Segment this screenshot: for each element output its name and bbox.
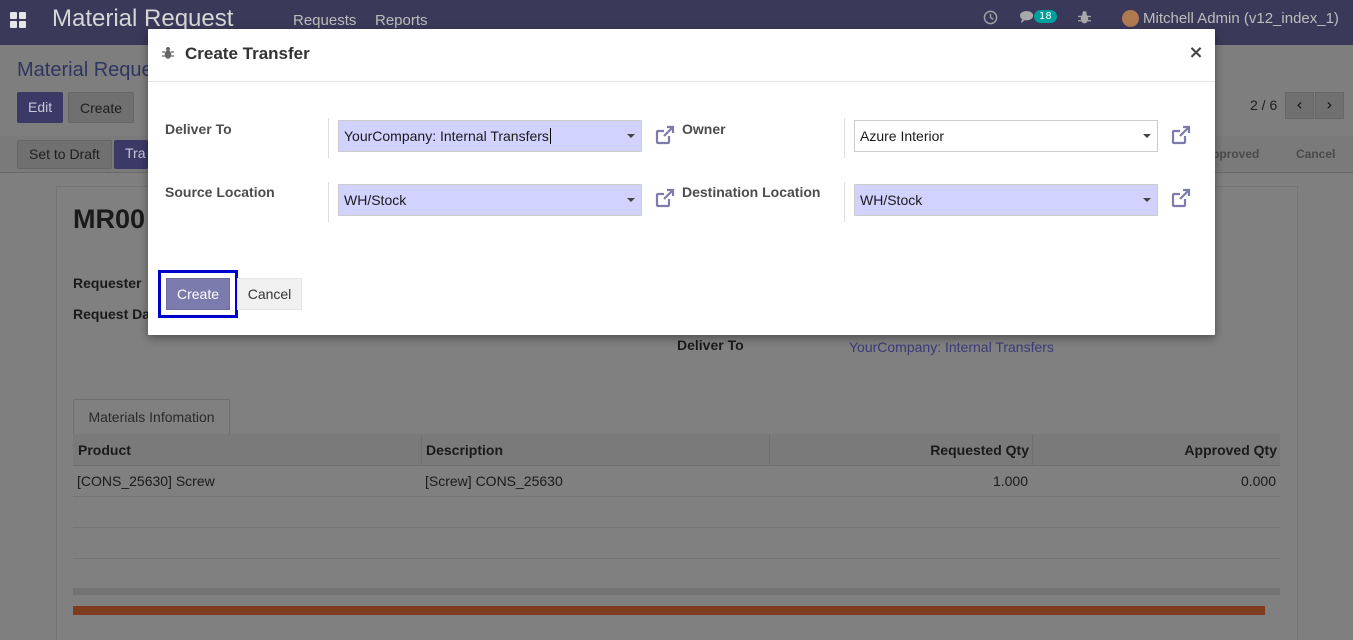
chevron-down-icon xyxy=(627,198,635,202)
stage-cancel: Cancel xyxy=(1296,147,1336,161)
field-separator xyxy=(844,118,845,158)
col-requested-qty[interactable]: Requested Qty xyxy=(930,442,1029,458)
transfer-button[interactable]: Tra xyxy=(114,140,148,169)
record-name: MR00 xyxy=(73,204,146,234)
materials-table: Product Description Requested Qty Approv… xyxy=(73,434,1280,559)
external-link-icon[interactable] xyxy=(654,187,676,209)
field-separator xyxy=(844,182,845,222)
source-location-select[interactable]: WH/Stock xyxy=(338,184,642,216)
external-link-icon[interactable] xyxy=(1170,187,1192,209)
source-location-label: Source Location xyxy=(165,184,275,200)
owner-label: Owner xyxy=(682,121,726,137)
form-deliver-to-label: Deliver To xyxy=(677,337,744,353)
table-footer-bar xyxy=(73,588,1280,595)
create-button[interactable]: Create xyxy=(68,92,135,123)
col-product[interactable]: Product xyxy=(78,442,131,458)
cell-product: [CONS_25630] Screw xyxy=(77,473,215,489)
external-link-icon[interactable] xyxy=(654,124,676,146)
pager-previous-button[interactable]: ‹ xyxy=(1285,92,1314,119)
dialog-title: Create Transfer xyxy=(185,44,310,63)
destination-location-value: WH/Stock xyxy=(860,192,923,208)
apps-menu-icon[interactable] xyxy=(10,12,26,28)
chatter-divider xyxy=(73,606,1265,615)
close-icon[interactable]: × xyxy=(1188,43,1204,63)
chevron-down-icon xyxy=(1143,134,1151,138)
user-menu[interactable]: Mitchell Admin (v12_index_1) xyxy=(1143,10,1339,27)
form-deliver-to-value[interactable]: YourCompany: Internal Transfers xyxy=(849,339,1054,355)
table-row-empty xyxy=(73,497,1280,528)
dialog-header: Create Transfer × xyxy=(148,29,1215,82)
pager-value: 2 / 6 xyxy=(1250,97,1278,113)
table-row[interactable]: [CONS_25630] Screw [Screw] CONS_25630 1.… xyxy=(73,466,1280,497)
chevron-down-icon xyxy=(627,134,635,138)
deliver-to-value: YourCompany: Internal Transfers xyxy=(344,128,549,144)
cell-description: [Screw] CONS_25630 xyxy=(425,473,563,489)
stage-approved: pproved xyxy=(1212,147,1260,161)
field-separator xyxy=(328,118,329,158)
owner-select[interactable]: Azure Interior xyxy=(854,120,1158,152)
user-avatar[interactable] xyxy=(1122,10,1139,27)
menu-requests[interactable]: Requests xyxy=(293,12,356,29)
edit-button[interactable]: Edit xyxy=(17,92,64,123)
col-approved-qty[interactable]: Approved Qty xyxy=(1184,442,1277,458)
deliver-to-select[interactable]: YourCompany: Internal Transfers xyxy=(338,120,642,152)
cell-approved-qty: 0.000 xyxy=(1240,473,1276,489)
pager-next-button[interactable]: › xyxy=(1315,92,1344,119)
destination-location-label: Destination Location xyxy=(682,184,821,200)
messages-count-badge: 18 xyxy=(1034,10,1057,23)
destination-location-select[interactable]: WH/Stock xyxy=(854,184,1158,216)
source-location-value: WH/Stock xyxy=(344,192,407,208)
dialog-cancel-button[interactable]: Cancel xyxy=(237,278,302,310)
owner-value: Azure Interior xyxy=(860,128,945,144)
debug-bug-icon[interactable] xyxy=(1078,10,1091,29)
requester-label: Requester xyxy=(73,275,142,291)
external-link-icon[interactable] xyxy=(1170,124,1192,146)
table-header: Product Description Requested Qty Approv… xyxy=(73,434,1280,466)
tab-materials-information[interactable]: Materials Infomation xyxy=(73,399,230,435)
chevron-down-icon xyxy=(1143,198,1151,202)
create-transfer-dialog: Create Transfer × Deliver To YourCompany… xyxy=(148,29,1215,335)
messages-icon[interactable] xyxy=(1019,10,1036,29)
debug-bug-icon xyxy=(162,46,174,60)
breadcrumb[interactable]: Material Reque xyxy=(17,59,153,82)
dialog-create-button[interactable]: Create xyxy=(166,278,230,310)
field-separator xyxy=(328,182,329,222)
create-button-highlight: Create xyxy=(158,270,238,318)
set-to-draft-button[interactable]: Set to Draft xyxy=(17,140,112,169)
deliver-to-label: Deliver To xyxy=(165,121,232,137)
text-cursor xyxy=(549,128,551,144)
request-date-label: Request Da xyxy=(73,306,151,322)
activity-clock-icon[interactable] xyxy=(983,10,998,29)
menu-reports[interactable]: Reports xyxy=(375,12,428,29)
col-description[interactable]: Description xyxy=(426,442,503,458)
cell-requested-qty: 1.000 xyxy=(992,473,1028,489)
table-row-empty xyxy=(73,528,1280,559)
